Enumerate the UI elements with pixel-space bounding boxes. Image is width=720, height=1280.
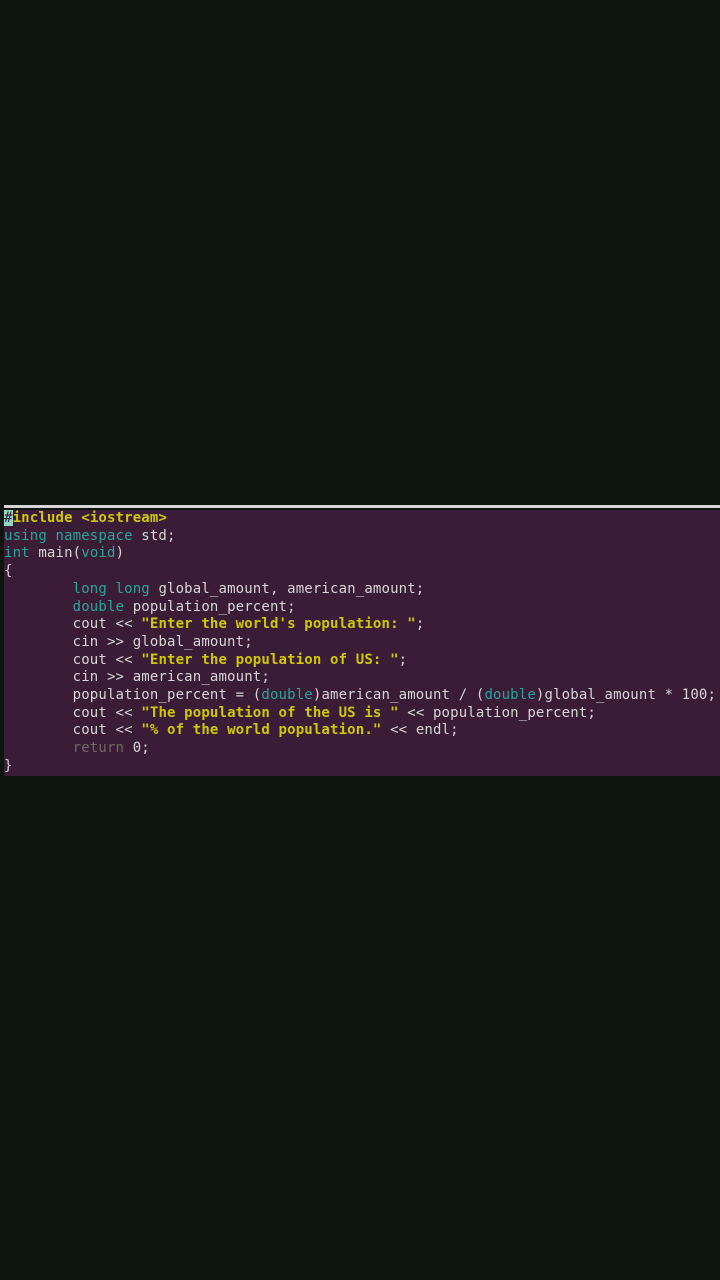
- code-line: }: [4, 758, 720, 776]
- indent: [4, 687, 73, 703]
- void-keyword: void: [81, 545, 115, 561]
- cursor: #: [4, 510, 13, 526]
- longlong-keyword: long long: [73, 581, 150, 597]
- indent: [4, 599, 73, 615]
- brace-close: }: [4, 758, 13, 774]
- semicolon: ;: [399, 652, 408, 668]
- code-line: cout << "Enter the population of US: ";: [4, 652, 720, 670]
- assign: population_percent = (: [73, 687, 262, 703]
- cin: cin >> american_amount;: [73, 669, 270, 685]
- using-namespace: std;: [133, 528, 176, 544]
- string-literal: "Enter the world's population: ": [141, 616, 416, 632]
- cout: cout <<: [73, 652, 142, 668]
- assign: )american_amount / (: [313, 687, 485, 703]
- string-literal: "The population of the US is ": [141, 705, 398, 721]
- code-line: long long global_amount, american_amount…: [4, 581, 720, 599]
- cout: cout <<: [73, 722, 142, 738]
- indent: [4, 705, 73, 721]
- indent: [4, 740, 73, 756]
- indent: [4, 616, 73, 632]
- return-value: 0;: [124, 740, 150, 756]
- indent: [4, 652, 73, 668]
- assign: )global_amount * 100;: [536, 687, 716, 703]
- cout: cout <<: [73, 705, 142, 721]
- cout-tail: << population_percent;: [399, 705, 596, 721]
- semicolon: ;: [416, 616, 425, 632]
- code-line: cin >> global_amount;: [4, 634, 720, 652]
- double-cast: double: [261, 687, 312, 703]
- int-keyword: int: [4, 545, 30, 561]
- cin: cin >> global_amount;: [73, 634, 253, 650]
- code-line: return 0;: [4, 740, 720, 758]
- code-line: cout << "The population of the US is " <…: [4, 705, 720, 723]
- indent: [4, 634, 73, 650]
- code-line: cout << "% of the world population." << …: [4, 722, 720, 740]
- string-literal: "Enter the population of US: ": [141, 652, 398, 668]
- indent: [4, 581, 73, 597]
- indent: [4, 669, 73, 685]
- double-cast: double: [484, 687, 535, 703]
- double-var: population_percent;: [124, 599, 296, 615]
- code-line: using namespace std;: [4, 528, 720, 546]
- indent: [4, 722, 73, 738]
- brace-open: {: [4, 563, 13, 579]
- code-line: double population_percent;: [4, 599, 720, 617]
- ll-vars: global_amount, american_amount;: [150, 581, 425, 597]
- code-line: #include <iostream>: [4, 510, 720, 528]
- include-keyword: include: [13, 510, 73, 526]
- return-keyword: return: [73, 740, 124, 756]
- code-line: {: [4, 563, 720, 581]
- cout-tail: << endl;: [382, 722, 459, 738]
- code-editor[interactable]: #include <iostream>using namespace std;i…: [4, 510, 720, 776]
- code-line: int main(void): [4, 545, 720, 563]
- code-line: population_percent = (double)american_am…: [4, 687, 720, 705]
- code-line: cin >> american_amount;: [4, 669, 720, 687]
- cout: cout <<: [73, 616, 142, 632]
- main-end: ): [116, 545, 125, 561]
- string-literal: "% of the world population.": [141, 722, 381, 738]
- include-header: <iostream>: [73, 510, 167, 526]
- main-start: main(: [30, 545, 81, 561]
- double-keyword: double: [73, 599, 124, 615]
- using-keyword: using namespace: [4, 528, 133, 544]
- pane-divider: [4, 505, 720, 508]
- code-line: cout << "Enter the world's population: "…: [4, 616, 720, 634]
